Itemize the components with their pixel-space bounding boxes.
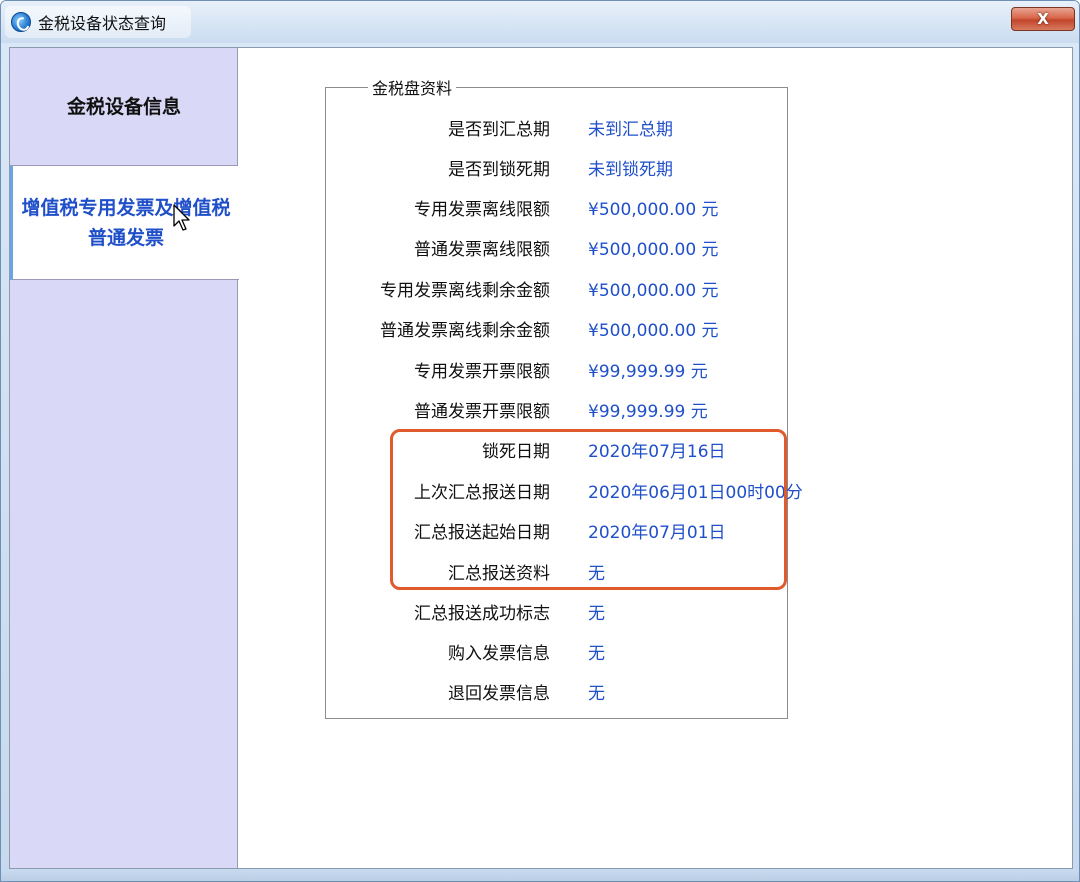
info-row: 普通发票离线限额 ¥500,000.00 元: [325, 226, 795, 266]
sidebar-item-device-info[interactable]: 金税设备信息: [10, 48, 238, 166]
mouse-cursor-icon: [173, 204, 190, 231]
row-value: ¥500,000.00 元: [588, 321, 719, 341]
info-row: 专用发票离线剩余金额 ¥500,000.00 元: [325, 267, 795, 307]
window-title: 金税设备状态查询: [38, 14, 167, 33]
row-label: 汇总报送成功标志: [414, 604, 550, 624]
row-label: 是否到汇总期: [448, 120, 550, 140]
info-row: 汇总报送成功标志 无: [325, 590, 795, 630]
row-value: ¥99,999.99 元: [588, 402, 708, 422]
info-row: 普通发票离线剩余金额 ¥500,000.00 元: [325, 307, 795, 347]
app-window: 金税设备状态查询 X 金税设备信息 增值税专用发票及增值税普通发票 金税盘资料 …: [0, 0, 1080, 882]
row-value: 未到汇总期: [588, 120, 673, 140]
sidebar: 金税设备信息 增值税专用发票及增值税普通发票: [10, 48, 239, 868]
sidebar-item-vat-invoices[interactable]: 增值税专用发票及增值税普通发票: [10, 166, 239, 280]
highlight-box: [390, 429, 787, 590]
row-value: ¥99,999.99 元: [588, 362, 708, 382]
sidebar-item-label: 金税设备信息: [66, 95, 181, 118]
row-label: 退回发票信息: [448, 684, 550, 704]
row-label: 购入发票信息: [448, 644, 550, 664]
row-value: ¥500,000.00 元: [588, 200, 719, 220]
title-bar[interactable]: 金税设备状态查询 X: [1, 1, 1079, 43]
row-value: ¥500,000.00 元: [588, 281, 719, 301]
app-logo-icon: [11, 12, 31, 32]
row-label: 普通发票开票限额: [414, 402, 550, 422]
client-area: 金税设备信息 增值税专用发票及增值税普通发票 金税盘资料 是否到汇总期 未到汇总…: [9, 47, 1073, 869]
info-row: 专用发票离线限额 ¥500,000.00 元: [325, 186, 795, 226]
row-label: 专用发票离线剩余金额: [380, 281, 550, 301]
info-row: 退回发票信息 无: [325, 670, 795, 710]
info-row: 购入发票信息 无: [325, 630, 795, 670]
row-label: 普通发票离线限额: [414, 240, 550, 260]
row-label: 专用发票开票限额: [414, 362, 550, 382]
row-value: 无: [588, 604, 605, 624]
row-label: 普通发票离线剩余金额: [380, 321, 550, 341]
row-value: 无: [588, 684, 605, 704]
title-tab: 金税设备状态查询: [5, 6, 191, 38]
sidebar-item-label: 增值税专用发票及增值税普通发票: [21, 196, 231, 249]
window-bottom-border: [1, 871, 1079, 881]
row-label: 是否到锁死期: [448, 160, 550, 180]
info-row: 是否到锁死期 未到锁死期: [325, 146, 795, 186]
info-row: 是否到汇总期 未到汇总期: [325, 106, 795, 146]
info-row: 专用发票开票限额 ¥99,999.99 元: [325, 348, 795, 388]
row-label: 专用发票离线限额: [414, 200, 550, 220]
info-row: 普通发票开票限额 ¥99,999.99 元: [325, 388, 795, 428]
row-value: 未到锁死期: [588, 160, 673, 180]
row-value: 无: [588, 644, 605, 664]
row-value: ¥500,000.00 元: [588, 240, 719, 260]
close-button[interactable]: X: [1011, 7, 1075, 31]
groupbox-legend: 金税盘资料: [368, 75, 457, 99]
